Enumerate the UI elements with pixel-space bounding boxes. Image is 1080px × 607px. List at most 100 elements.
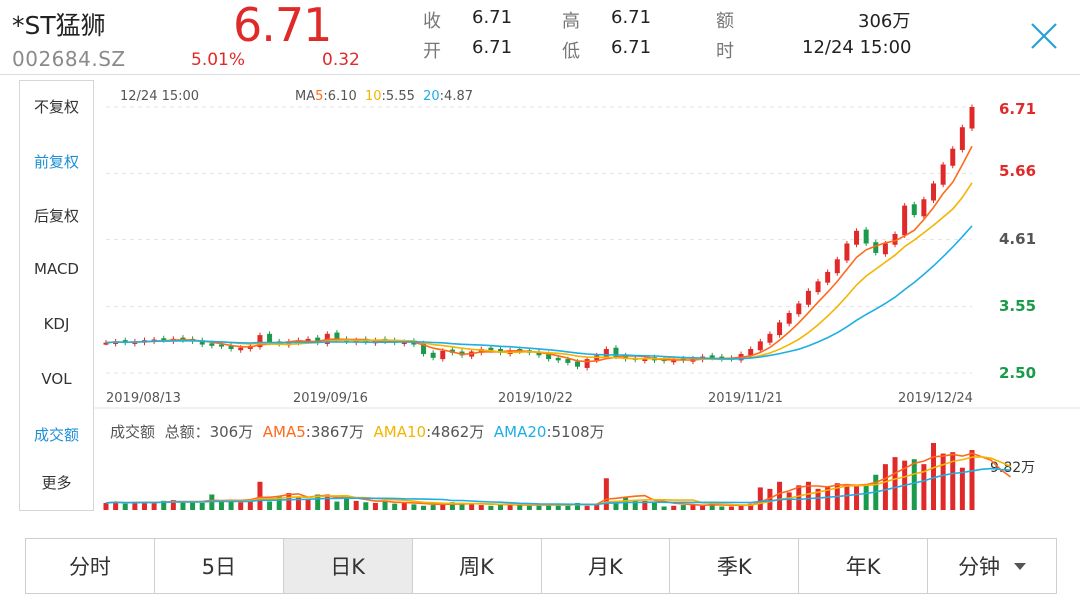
tab-daily-k-label: 日K [330, 555, 366, 579]
candle-body [757, 341, 763, 351]
volume-bar [238, 502, 244, 510]
volume-bar [469, 504, 475, 510]
candle-body [844, 243, 850, 261]
candle-body [709, 355, 715, 358]
candle-body [854, 230, 860, 245]
tab-monthly-k-label: 月K [588, 555, 623, 579]
candle-body [921, 199, 927, 217]
candle-body [565, 359, 571, 363]
volume-bar [911, 459, 917, 510]
volume-bar [931, 443, 937, 510]
candle-body [940, 164, 946, 185]
candle-body [584, 359, 590, 368]
volume-bar [603, 478, 609, 510]
volume-bar [190, 501, 196, 510]
volume-bar [411, 504, 417, 510]
volume-bar [430, 505, 436, 510]
candle-body [574, 361, 580, 367]
volume-bar [488, 505, 494, 510]
volume-bar [584, 505, 590, 510]
tab-minute[interactable]: 分钟 [928, 539, 1056, 593]
volume-bar [344, 498, 350, 510]
volume-bar [854, 484, 860, 510]
candle-body [863, 229, 869, 244]
volume-bar [623, 497, 629, 510]
volume-bar [228, 500, 234, 510]
volume-bar [680, 505, 686, 510]
volume-bar [661, 506, 667, 510]
volume-bar [363, 502, 369, 510]
candle-body [815, 281, 821, 293]
volume-bar [180, 502, 186, 510]
tab-minute-label: 分钟 [958, 555, 1001, 579]
volume-bar [382, 501, 388, 510]
candle-body [430, 352, 436, 358]
volume-bar [334, 501, 340, 510]
candle-body [209, 343, 215, 346]
tab-weekly-k-label: 周K [459, 555, 494, 579]
volume-bar [401, 502, 407, 510]
tab-weekly-k[interactable]: 周K [413, 539, 542, 593]
candle-body [777, 322, 783, 336]
volume-bar [728, 506, 734, 510]
tab-monthly-k[interactable]: 月K [542, 539, 671, 593]
tab-intraday-label: 分时 [68, 555, 111, 579]
volume-bar [267, 501, 273, 510]
volume-bar [719, 506, 725, 510]
volume-bar [353, 500, 359, 510]
volume-bar [199, 502, 205, 510]
candles [103, 104, 975, 371]
volume-bar [882, 464, 888, 510]
volume-bar [103, 502, 109, 510]
volume-bar [122, 503, 128, 510]
tab-daily-k[interactable]: 日K [283, 539, 413, 593]
candle-body [873, 242, 879, 253]
candle-body [786, 312, 792, 324]
tab-intraday[interactable]: 分时 [26, 539, 155, 593]
tab-quarterly-k[interactable]: 季K [670, 539, 800, 593]
tab-yearly-k-label: 年K [845, 555, 881, 579]
volume-bar [959, 467, 965, 510]
volume-bar [526, 505, 532, 510]
volume-bar [892, 457, 898, 510]
candle-body [767, 333, 773, 343]
volume-bar [305, 498, 311, 510]
tab-quarterly-k-label: 季K [716, 555, 752, 579]
period-tabs: 分时 5日 日K 周K 月K 季K 年K 分钟 [25, 538, 1057, 594]
volume-bar [757, 487, 763, 510]
candle-body [238, 347, 244, 351]
ma-lines [105, 145, 973, 363]
volume-bar [671, 505, 677, 510]
candle-body [440, 350, 446, 360]
volume-bar [372, 502, 378, 510]
volume-bar [478, 505, 484, 510]
volume-bar [777, 481, 783, 510]
tab-yearly-k[interactable]: 年K [799, 539, 929, 593]
candle-body [969, 107, 975, 129]
kline-chart [94, 104, 1080, 510]
candle-body [825, 271, 831, 283]
volume-bar [536, 505, 542, 510]
candle-body [834, 259, 840, 274]
candle-body [555, 357, 561, 361]
volume-bar [796, 485, 802, 510]
volume-bar [786, 492, 792, 510]
volume-bar [969, 450, 975, 510]
volume-bar [151, 502, 157, 510]
volume-bar [257, 481, 263, 510]
volume-bar [218, 501, 224, 510]
chevron-down-icon [1014, 562, 1027, 570]
tab-5day[interactable]: 5日 [155, 539, 284, 593]
volume-bar [517, 505, 523, 510]
candle-body [950, 148, 956, 166]
tab-5day-label: 5日 [201, 555, 236, 579]
volume-bar [844, 483, 850, 510]
candle-body [959, 127, 965, 150]
volume-bar [940, 453, 946, 510]
ma10-line [105, 182, 973, 361]
candle-body [902, 205, 908, 236]
candle-body [805, 290, 811, 305]
volume-bar [565, 505, 571, 510]
ma20-line [105, 225, 973, 360]
candle-body [267, 333, 273, 343]
